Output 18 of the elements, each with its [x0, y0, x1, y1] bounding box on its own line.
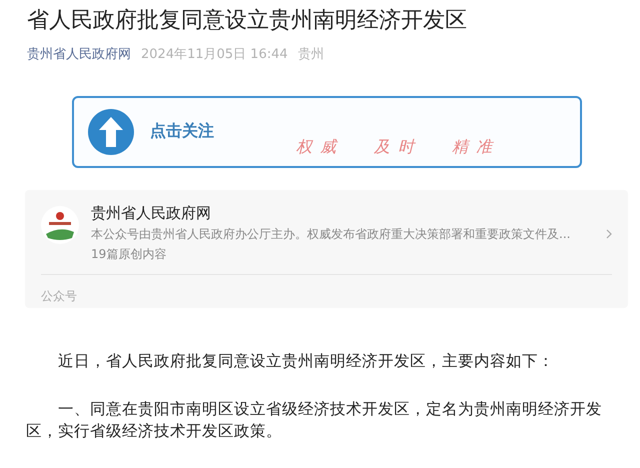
slogan-text: 及时	[374, 136, 422, 158]
account-logo-icon	[41, 206, 79, 244]
follow-label: 点击关注	[150, 120, 214, 142]
article-title: 省人民政府批复同意设立贵州南明经济开发区	[27, 7, 468, 35]
article-paragraph: 一、同意在贵阳市南明区设立省级经济技术开发区，定名为贵州南明经济开发区，实行省级经济技术开发区政策。	[26, 399, 603, 442]
follow-banner[interactable]: 点击关注 权威 及时 精准	[72, 96, 582, 168]
account-name: 贵州省人民政府网	[91, 203, 212, 224]
original-count: 19篇原创内容	[91, 246, 168, 263]
source-link[interactable]: 贵州省人民政府网	[27, 46, 131, 64]
slogan-text: 精准	[452, 136, 500, 158]
publish-date: 2024年11月05日 16:44	[141, 46, 288, 64]
account-description: 本公众号由贵州省人民政府办公厅主办。权威发布省政府重大决策部署和重要政策文件及...	[91, 226, 570, 243]
article-paragraph: 近日，省人民政府批复同意设立贵州南明经济开发区，主要内容如下：	[57, 351, 555, 372]
card-footer-label: 公众号	[41, 289, 77, 303]
publish-location: 贵州	[298, 46, 324, 64]
account-card[interactable]: 贵州省人民政府网 本公众号由贵州省人民政府办公厅主办。权威发布省政府重大决策部署和重要政策文件及... 19篇原创内容 公众号	[25, 190, 628, 308]
chevron-right-icon	[606, 229, 612, 239]
slogan-text: 权威	[296, 136, 344, 158]
